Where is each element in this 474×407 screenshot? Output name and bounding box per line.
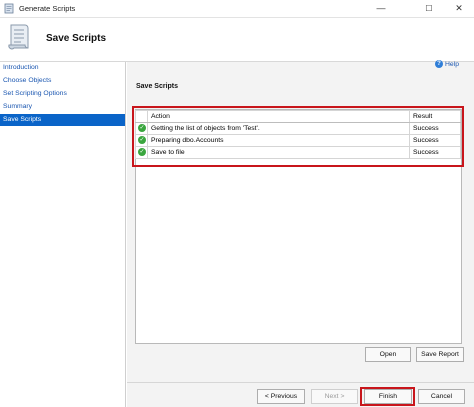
- finish-highlight-frame: [360, 387, 415, 406]
- minimize-button[interactable]: —: [366, 0, 396, 18]
- results-highlight-frame: [132, 106, 464, 167]
- footer-divider: [127, 382, 474, 383]
- cancel-button[interactable]: Cancel: [418, 389, 465, 404]
- open-button[interactable]: Open: [365, 347, 411, 362]
- page-title: Save Scripts: [46, 33, 107, 44]
- sidebar-item-save-scripts[interactable]: Save Scripts: [0, 114, 125, 126]
- window-title: Generate Scripts: [19, 4, 76, 13]
- next-button[interactable]: Next >: [311, 389, 358, 404]
- maximize-button[interactable]: ☐: [414, 0, 444, 18]
- sidebar-item-introduction[interactable]: Introduction: [0, 62, 125, 74]
- close-button[interactable]: ✕: [444, 0, 474, 18]
- title-bar: Generate Scripts — ☐ ✕: [0, 0, 474, 18]
- wizard-header: Save Scripts: [0, 18, 474, 62]
- section-title: Save Scripts: [136, 83, 179, 90]
- help-label: Help: [445, 61, 459, 68]
- sidebar-item-summary[interactable]: Summary: [0, 101, 125, 113]
- app-icon: [4, 3, 14, 14]
- sidebar-item-set-scripting-options[interactable]: Set Scripting Options: [0, 88, 125, 100]
- help-link[interactable]: ? Help: [435, 60, 459, 70]
- save-report-button[interactable]: Save Report: [416, 347, 464, 362]
- previous-button[interactable]: < Previous: [257, 389, 305, 404]
- wizard-sidebar: Introduction Choose Objects Set Scriptin…: [0, 62, 126, 407]
- help-icon: ?: [435, 60, 443, 69]
- scroll-icon: [8, 24, 29, 50]
- sidebar-item-choose-objects[interactable]: Choose Objects: [0, 75, 125, 87]
